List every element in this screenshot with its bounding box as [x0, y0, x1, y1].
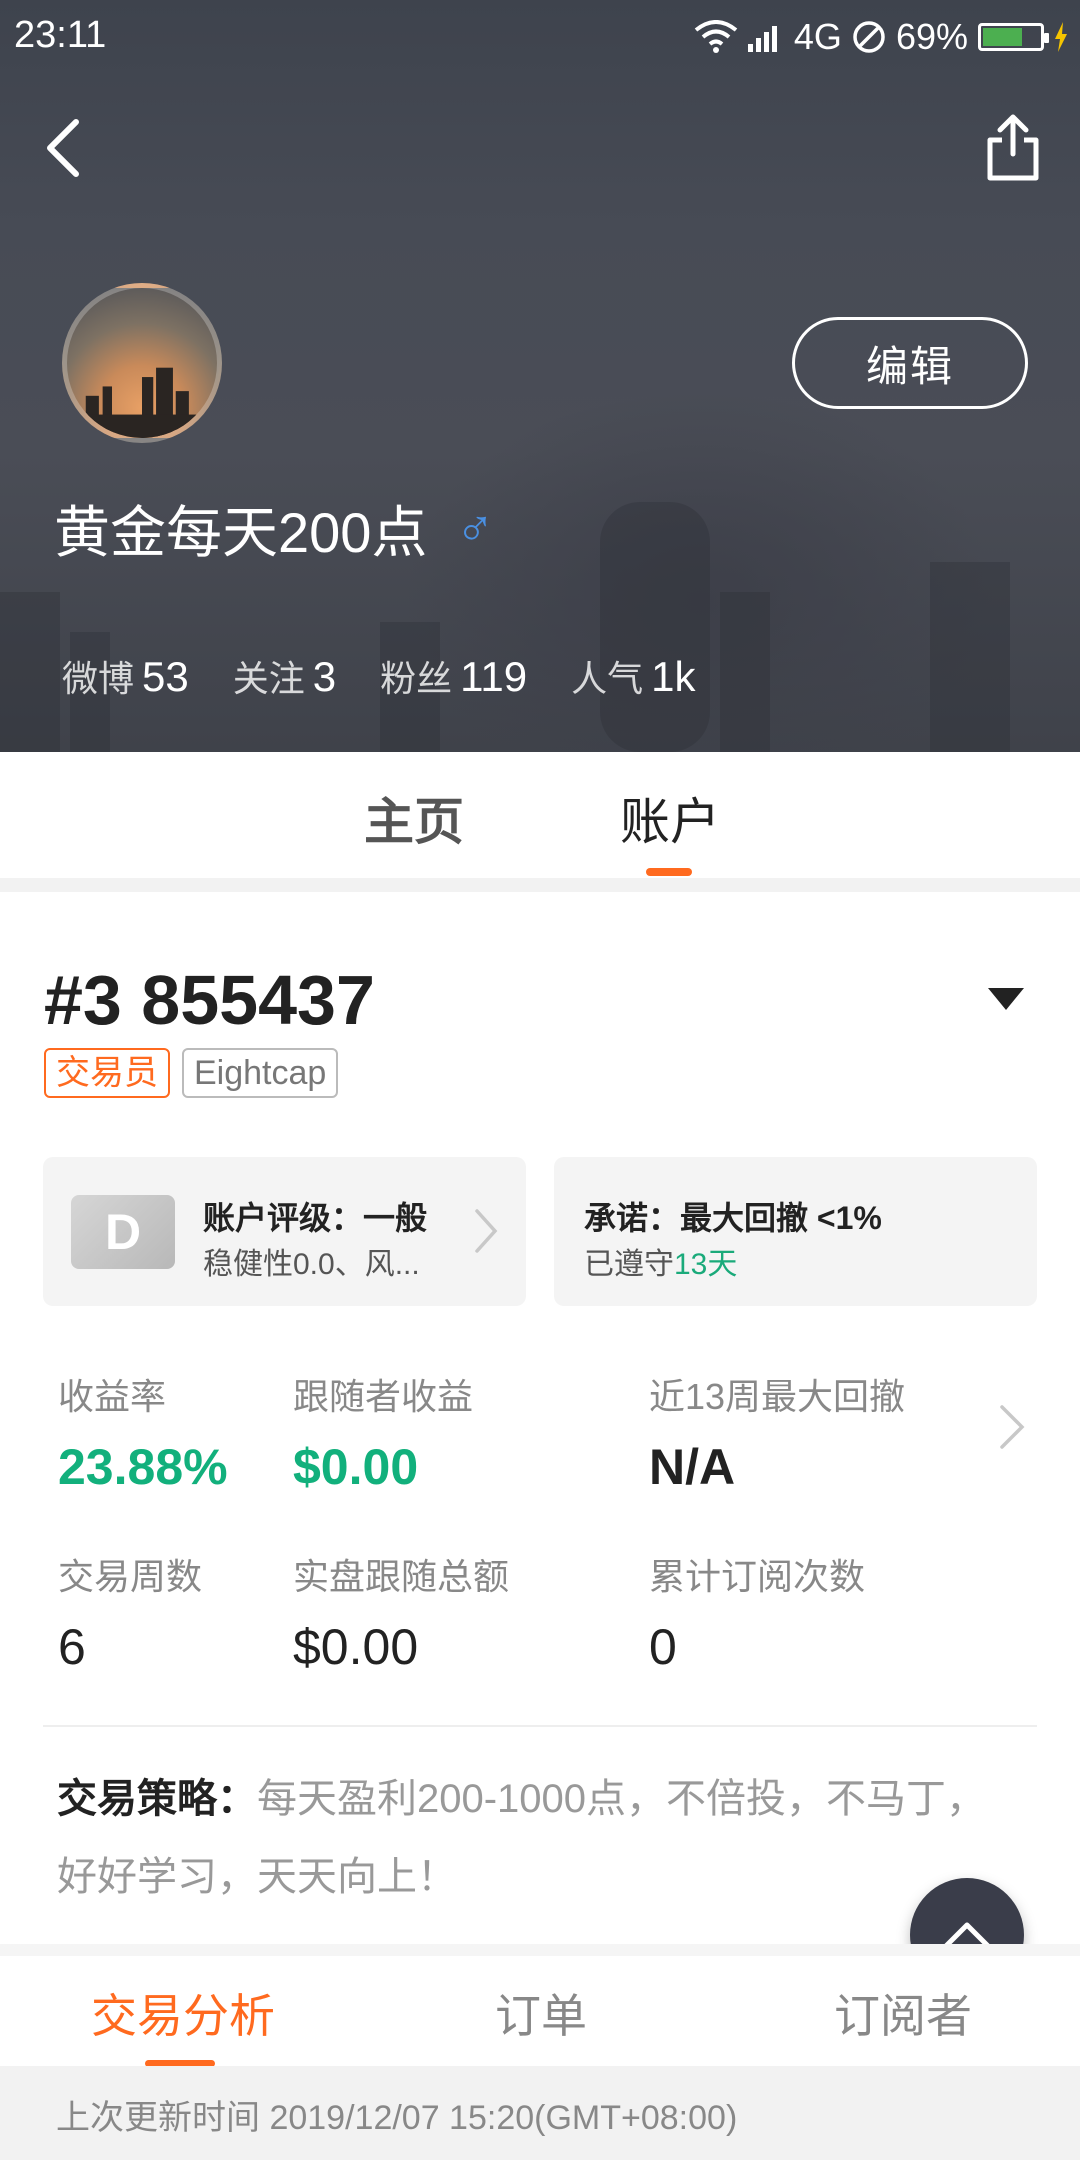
charging-icon	[1055, 22, 1067, 52]
wifi-icon	[694, 20, 738, 53]
profile-tabs: 主页 账户	[0, 752, 1080, 878]
stat-label: 微博	[62, 658, 135, 699]
stat-label: 粉丝	[380, 658, 453, 699]
stat-value: 1k	[651, 653, 696, 700]
promise-subtitle: 已遵守13天	[584, 1239, 737, 1283]
metric-return-rate: 收益率 23.88%	[58, 1368, 228, 1496]
dropdown-triangle-icon[interactable]	[986, 986, 1026, 1012]
profile-stats: 微博 53 关注 3 粉丝 119 人气 1k	[62, 650, 695, 702]
section-divider	[0, 878, 1080, 892]
back-button[interactable]	[36, 112, 96, 182]
chevron-right-icon[interactable]	[998, 1403, 1026, 1451]
signal-icon	[747, 26, 777, 52]
strategy-label: 交易策略：	[57, 1777, 257, 1821]
metric-value: 23.88%	[58, 1439, 228, 1495]
detail-tabs: 交易分析 订单 订阅者	[0, 1956, 1080, 2067]
account-tags: 交易员 Eightcap	[44, 1048, 339, 1098]
avatar-skyline	[67, 367, 217, 438]
account-number: #3 855437	[44, 961, 375, 1039]
avatar[interactable]	[62, 283, 222, 443]
stat-label: 关注	[232, 658, 305, 699]
profile-cover: 23:11 4G 69% 编辑 黄金每天200点 ♂ 微博 53 关注 3 粉丝…	[0, 0, 1080, 752]
chevron-right-icon	[475, 1209, 498, 1253]
stat-value: 53	[142, 653, 189, 700]
profile-name-row: 黄金每天200点 ♂	[54, 488, 494, 569]
metric-value: N/A	[649, 1439, 736, 1495]
promise-prefix: 已遵守	[584, 1248, 674, 1281]
promise-card: 承诺：最大回撤 <1% 已遵守13天	[554, 1157, 1037, 1306]
share-button[interactable]	[982, 112, 1044, 184]
tab-active-indicator	[646, 868, 692, 876]
do-not-disturb-icon	[853, 21, 885, 53]
metric-max-drawdown[interactable]: 近13周最大回撤 N/A	[649, 1368, 905, 1496]
profile-name: 黄金每天200点	[54, 501, 428, 564]
metric-live-follow-total: 实盘跟随总额 $0.00	[293, 1548, 509, 1676]
tab-orders[interactable]: 订单	[495, 1980, 587, 2046]
promise-title: 承诺：最大回撤 <1%	[584, 1200, 882, 1236]
network-type: 4G	[793, 16, 842, 57]
last-update-bar: 上次更新时间 2019/12/07 15:20(GMT+08:00)	[0, 2066, 1080, 2160]
trader-tag: 交易员	[44, 1048, 170, 1098]
broker-tag: Eightcap	[182, 1048, 339, 1098]
stat-followers[interactable]: 粉丝 119	[380, 650, 527, 702]
metric-follower-profit: 跟随者收益 $0.00	[293, 1368, 473, 1496]
metric-value: 6	[58, 1619, 86, 1675]
stat-popularity: 人气 1k	[571, 650, 695, 702]
status-indicators: 4G 69%	[694, 12, 1068, 62]
section-divider	[0, 1944, 1080, 1956]
battery-fill	[983, 28, 1022, 46]
metric-value: $0.00	[293, 1619, 419, 1675]
last-update-text: 上次更新时间 2019/12/07 15:20(GMT+08:00)	[56, 2099, 738, 2137]
stat-value: 119	[460, 653, 528, 700]
metric-label: 近13周最大回撤	[649, 1376, 906, 1417]
metric-label: 收益率	[58, 1376, 167, 1417]
metric-label: 交易周数	[58, 1556, 203, 1597]
battery-percent: 69%	[895, 16, 968, 57]
tab-trade-analysis[interactable]: 交易分析	[91, 1980, 275, 2046]
tab-home[interactable]: 主页	[364, 782, 464, 854]
battery-icon	[978, 23, 1049, 51]
promise-days: 13天	[674, 1248, 738, 1281]
divider	[43, 1725, 1037, 1727]
grade-badge: D	[71, 1195, 175, 1269]
status-bar: 23:11 4G 69%	[0, 0, 1080, 74]
stat-weibo[interactable]: 微博 53	[62, 650, 189, 702]
status-time: 23:11	[14, 14, 107, 56]
stat-following[interactable]: 关注 3	[233, 650, 336, 702]
metric-label: 累计订阅次数	[649, 1556, 866, 1597]
tab-subscribers[interactable]: 订阅者	[834, 1980, 972, 2046]
rating-title: 账户评级：一般	[203, 1200, 428, 1236]
metric-label: 跟随者收益	[293, 1376, 474, 1417]
metric-subscription-count: 累计订阅次数 0	[649, 1548, 865, 1676]
edit-button[interactable]: 编辑	[792, 317, 1028, 409]
stat-label: 人气	[571, 658, 644, 699]
metric-trading-weeks: 交易周数 6	[58, 1548, 202, 1676]
stat-value: 3	[312, 653, 337, 700]
account-rating-card[interactable]: D 账户评级：一般 稳健性0.0、风...	[43, 1157, 526, 1306]
metric-label: 实盘跟随总额	[293, 1556, 510, 1597]
tab-account[interactable]: 账户	[620, 782, 720, 854]
male-gender-icon: ♂	[455, 499, 495, 558]
rating-subtitle: 稳健性0.0、风...	[203, 1248, 420, 1281]
trading-strategy: 交易策略：每天盈利200-1000点，不倍投，不马丁，好好学习，天天向上！	[57, 1760, 987, 1916]
metric-value: 0	[649, 1619, 677, 1675]
metric-value: $0.00	[293, 1439, 419, 1495]
